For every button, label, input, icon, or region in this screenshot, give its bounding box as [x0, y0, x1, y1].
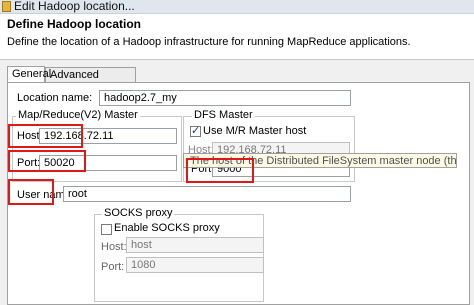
- use-mr-master-label: Use M/R Master host: [203, 125, 307, 137]
- socks-proxy-title: SOCKS proxy: [102, 207, 175, 219]
- mr-master-title: Map/Reduce(V2) Master: [16, 109, 140, 121]
- header-title: Define Hadoop location: [7, 17, 142, 31]
- socks-port-input[interactable]: 1080: [126, 257, 264, 273]
- highlight-dfs-port: [186, 158, 254, 183]
- socks-port-label: Port:: [101, 261, 125, 273]
- location-name-input[interactable]: hadoop2.7_my: [99, 90, 351, 106]
- highlight-user-name: [8, 179, 54, 205]
- window-titlebar: Edit Hadoop location...: [0, 0, 474, 14]
- enable-socks-checkbox[interactable]: [101, 224, 112, 235]
- use-mr-master-checkbox[interactable]: [190, 124, 201, 137]
- dialog-header: Define Hadoop location Define the locati…: [0, 14, 474, 60]
- dfs-master-title: DFS Master: [192, 109, 255, 121]
- highlight-mr-port: [8, 150, 86, 172]
- socks-host-label: Host:: [101, 241, 127, 253]
- general-tab-panel: Location name: hadoop2.7_my Map/Reduce(V…: [7, 82, 470, 305]
- user-name-input[interactable]: root: [63, 186, 351, 202]
- tab-advanced-parameters[interactable]: Advanced parameters: [45, 67, 136, 93]
- highlight-mr-host: [8, 124, 83, 148]
- app-icon: [2, 1, 11, 12]
- enable-socks-label: Enable SOCKS proxy: [114, 222, 220, 234]
- header-description: Define the location of a Hadoop infrastr…: [7, 36, 411, 48]
- window-title: Edit Hadoop location...: [14, 0, 135, 13]
- tab-general[interactable]: General: [7, 66, 51, 83]
- location-name-label: Location name:: [17, 92, 93, 104]
- socks-host-input[interactable]: host: [126, 237, 264, 253]
